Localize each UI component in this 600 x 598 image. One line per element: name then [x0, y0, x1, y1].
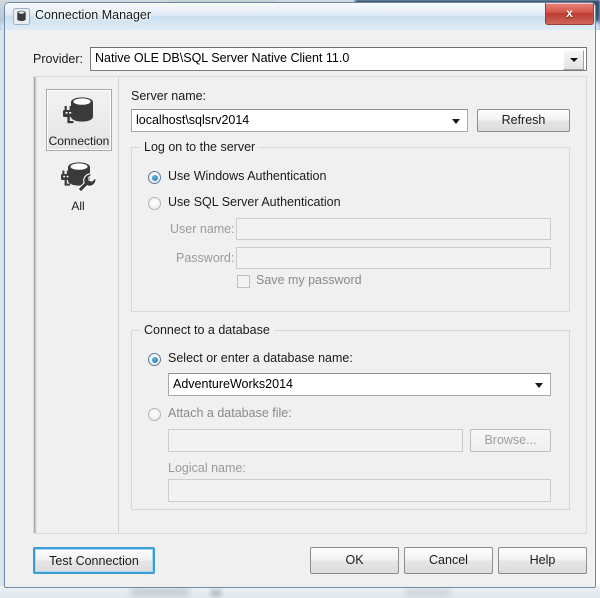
sidebar-item-label: Connection — [48, 134, 110, 148]
backdrop-blur-blob — [210, 589, 222, 597]
provider-label: Provider: — [33, 52, 84, 66]
radio-selected-dot — [151, 174, 158, 181]
provider-dropdown-button[interactable] — [563, 50, 584, 70]
browse-button[interactable]: Browse... — [470, 429, 551, 452]
logon-groupbox: Log on to the server Use Windows Authent… — [131, 140, 570, 312]
save-password-checkbox[interactable] — [237, 275, 250, 288]
attach-file-input[interactable] — [168, 429, 463, 452]
radio-selected-dot — [151, 356, 158, 363]
window-title: Connection Manager — [35, 8, 152, 22]
radio-sql-server-authentication-label[interactable]: Use SQL Server Authentication — [168, 195, 341, 209]
save-password-label[interactable]: Save my password — [256, 273, 362, 287]
database-groupbox: Connect to a database Select or enter a … — [131, 323, 570, 510]
database-wrench-icon — [58, 158, 98, 196]
username-input[interactable] — [236, 218, 551, 240]
database-group-title: Connect to a database — [140, 323, 274, 337]
chevron-down-icon[interactable] — [452, 118, 460, 124]
provider-combobox[interactable]: Native OLE DB\SQL Server Native Client 1… — [90, 47, 587, 71]
logical-name-input[interactable] — [168, 479, 551, 502]
chevron-down-icon[interactable] — [535, 382, 543, 388]
radio-windows-authentication-label[interactable]: Use Windows Authentication — [168, 169, 326, 183]
username-label: User name: — [170, 222, 235, 236]
database-plug-icon — [59, 93, 99, 131]
radio-windows-authentication[interactable] — [148, 171, 161, 184]
ok-button[interactable]: OK — [310, 547, 399, 574]
sidebar: Connection All — [37, 77, 119, 533]
backdrop-blur-blob — [130, 588, 190, 596]
connection-manager-dialog: Connection Manager x Provider: Native OL… — [4, 2, 596, 588]
radio-select-database-name[interactable] — [148, 353, 161, 366]
help-button-label: Help — [529, 553, 556, 567]
password-label: Password: — [176, 251, 235, 265]
ok-button-label: OK — [345, 553, 364, 567]
server-name-label: Server name: — [131, 89, 207, 103]
close-icon: x — [566, 6, 573, 20]
browse-button-label: Browse... — [484, 433, 537, 447]
connection-settings-content: Server name: localhost\sqlsrv2014 Refres… — [119, 77, 586, 533]
cancel-button-label: Cancel — [429, 553, 468, 567]
radio-sql-server-authentication[interactable] — [148, 197, 161, 210]
close-button[interactable]: x — [545, 3, 594, 25]
sidebar-item-all[interactable]: All — [46, 155, 110, 215]
radio-select-database-name-label[interactable]: Select or enter a database name: — [168, 351, 353, 365]
test-connection-button[interactable]: Test Connection — [33, 547, 155, 574]
cancel-button[interactable]: Cancel — [404, 547, 493, 574]
backdrop-blur-blob — [405, 589, 451, 596]
database-icon — [13, 8, 30, 25]
refresh-button[interactable]: Refresh — [477, 109, 570, 132]
radio-attach-database-file[interactable] — [148, 408, 161, 421]
dialog-client-area: Provider: Native OLE DB\SQL Server Nativ… — [5, 30, 595, 587]
help-button[interactable]: Help — [498, 547, 587, 574]
test-connection-label: Test Connection — [49, 554, 139, 568]
title-bar: Connection Manager x — [5, 3, 595, 31]
server-name-value: localhost\sqlsrv2014 — [136, 113, 250, 127]
sidebar-item-label: All — [71, 199, 85, 213]
provider-value: Native OLE DB\SQL Server Native Client 1… — [95, 51, 350, 65]
password-input[interactable] — [236, 247, 551, 269]
database-name-combobox[interactable]: AdventureWorks2014 — [168, 373, 551, 396]
logical-name-label: Logical name: — [168, 461, 246, 475]
radio-attach-database-file-label[interactable]: Attach a database file: — [168, 406, 292, 420]
refresh-button-label: Refresh — [501, 113, 546, 127]
chevron-down-icon — [569, 58, 578, 62]
settings-panel: Connection All Server name: localhost\sq… — [33, 76, 587, 534]
logon-group-title: Log on to the server — [140, 140, 260, 154]
database-name-value: AdventureWorks2014 — [173, 377, 293, 391]
server-name-combobox[interactable]: localhost\sqlsrv2014 — [131, 109, 468, 132]
sidebar-item-connection[interactable]: Connection — [46, 89, 112, 151]
